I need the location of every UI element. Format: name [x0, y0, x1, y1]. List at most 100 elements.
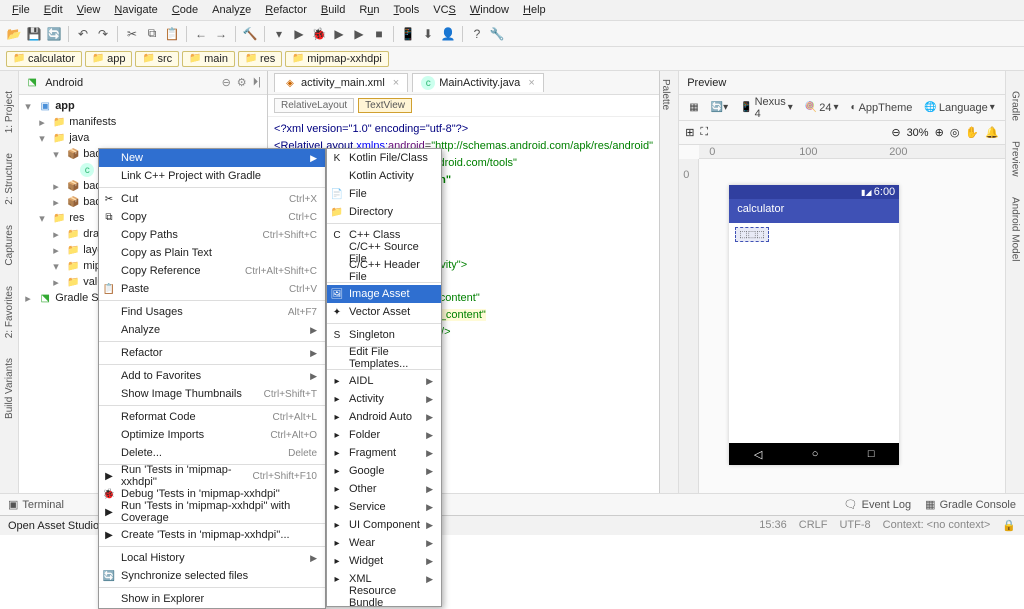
menu-item[interactable]: 📄File	[327, 185, 441, 203]
tab-eventlog[interactable]: 🗨 Event Log	[844, 498, 912, 511]
tab-mainactivity[interactable]: cMainActivity.java×	[412, 73, 544, 92]
device-selector[interactable]: 📱Nexus 4▾	[736, 95, 797, 121]
menu-item[interactable]: ✦Vector Asset	[327, 303, 441, 321]
hide-icon[interactable]: ⏵|	[253, 76, 261, 89]
menu-file[interactable]: File	[6, 2, 36, 18]
tab-android-model[interactable]: Android Model	[1009, 197, 1020, 261]
menu-item[interactable]: ▸Google▶	[327, 462, 441, 480]
menu-item[interactable]: ▸Activity▶	[327, 390, 441, 408]
menu-item[interactable]: C/C++ Header File	[327, 262, 441, 280]
menu-item[interactable]: ▸Folder▶	[327, 426, 441, 444]
menu-navigate[interactable]: Navigate	[108, 2, 163, 18]
menu-item[interactable]: ⧉CopyCtrl+C	[99, 208, 325, 226]
redo-icon[interactable]: ↷	[95, 26, 111, 42]
menu-item[interactable]: KKotlin File/Class	[327, 149, 441, 167]
pan-icon[interactable]: ✋	[965, 126, 979, 139]
menu-item[interactable]: 📋PasteCtrl+V	[99, 280, 325, 298]
menu-item[interactable]: New▶	[99, 149, 325, 167]
menu-analyze[interactable]: Analyze	[206, 2, 257, 18]
menu-item[interactable]: Show Image ThumbnailsCtrl+Shift+T	[99, 385, 325, 403]
menu-vcs[interactable]: VCS	[427, 2, 462, 18]
menu-refactor[interactable]: Refactor	[259, 2, 313, 18]
menu-tools[interactable]: Tools	[388, 2, 426, 18]
tab-palette[interactable]: Palette	[660, 71, 671, 110]
coverage-icon[interactable]: ▶	[351, 26, 367, 42]
crumb-src[interactable]: 📁src	[135, 51, 179, 67]
menu-item[interactable]: ▶Run 'Tests in 'mipmap-xxhdpi''Ctrl+Shif…	[99, 467, 325, 485]
back-icon[interactable]: ←	[193, 26, 209, 42]
xml-crumb[interactable]: RelativeLayout	[274, 98, 354, 113]
xml-crumb[interactable]: TextView	[358, 98, 412, 113]
debug-icon[interactable]: 🐞	[311, 26, 327, 42]
status-context[interactable]: Context: <no context>	[883, 519, 991, 532]
monitor-icon[interactable]: 👤	[440, 26, 456, 42]
menu-item[interactable]: Edit File Templates...	[327, 349, 441, 367]
zoom-out-icon[interactable]: ⊖	[891, 126, 900, 139]
menu-window[interactable]: Window	[464, 2, 515, 18]
menu-item[interactable]: ▸Android Auto▶	[327, 408, 441, 426]
language-selector[interactable]: 🌐Language▾	[920, 101, 998, 115]
tab-buildvariants[interactable]: Build Variants	[4, 358, 15, 419]
menu-item[interactable]: ▸Fragment▶	[327, 444, 441, 462]
tab-captures[interactable]: Captures	[4, 225, 15, 266]
orientation-icon[interactable]: 🔄▾	[707, 101, 732, 114]
sync-icon[interactable]: 🔄	[46, 26, 62, 42]
tab-gradle[interactable]: Gradle	[1009, 91, 1020, 121]
paste-icon[interactable]: 📋	[164, 26, 180, 42]
attach-icon[interactable]: ▶	[331, 26, 347, 42]
menu-item[interactable]: Optimize ImportsCtrl+Alt+O	[99, 426, 325, 444]
menu-build[interactable]: Build	[315, 2, 351, 18]
tab-preview[interactable]: Preview	[1009, 141, 1020, 177]
tree-app[interactable]: ▾▣app	[19, 98, 267, 114]
tab-terminal[interactable]: ▣ Terminal	[8, 498, 64, 511]
close-icon[interactable]: ×	[393, 77, 399, 89]
undo-icon[interactable]: ↶	[75, 26, 91, 42]
menu-item[interactable]: Analyze▶	[99, 321, 325, 339]
run-icon[interactable]: ▶	[291, 26, 307, 42]
menu-item[interactable]: ▸Other▶	[327, 480, 441, 498]
project-mode[interactable]: Android	[45, 77, 83, 89]
sdk-icon[interactable]: ⬇	[420, 26, 436, 42]
menu-item[interactable]: Reformat CodeCtrl+Alt+L	[99, 408, 325, 426]
view-mode-icon[interactable]: ▦	[685, 101, 702, 114]
zoom-in-icon[interactable]: ⊕	[935, 126, 944, 139]
status-encoding[interactable]: UTF-8	[839, 519, 870, 532]
status-lineend[interactable]: CRLF	[799, 519, 828, 532]
menu-item[interactable]: 🖼Image Asset	[327, 285, 441, 303]
crumb-project[interactable]: 📁calculator	[6, 51, 82, 67]
stop-icon[interactable]: ■	[371, 26, 387, 42]
menu-item[interactable]: Add to Favorites▶	[99, 367, 325, 385]
expand-icon[interactable]: ⛶	[700, 126, 708, 139]
menu-item[interactable]: 📁Directory	[327, 203, 441, 221]
copy-icon[interactable]: ⧉	[144, 26, 160, 42]
tab-gradle-console[interactable]: ▦ Gradle Console	[925, 498, 1016, 511]
menu-item[interactable]: Kotlin Activity	[327, 167, 441, 185]
menu-help[interactable]: Help	[517, 2, 552, 18]
menu-item[interactable]: ▶Run 'Tests in 'mipmap-xxhdpi'' with Cov…	[99, 503, 325, 521]
zoom-fit-icon[interactable]: ◎	[950, 126, 960, 139]
gear-icon[interactable]: ⚙	[237, 76, 247, 89]
menu-item[interactable]: SSingleton	[327, 326, 441, 344]
crumb-app[interactable]: 📁app	[85, 51, 132, 67]
crumb-mipmap[interactable]: 📁mipmap-xxhdpi	[285, 51, 389, 67]
close-icon[interactable]: ×	[528, 77, 534, 89]
menu-item[interactable]: Copy PathsCtrl+Shift+C	[99, 226, 325, 244]
collapse-icon[interactable]: ⊖	[222, 76, 231, 89]
menu-item[interactable]: Refactor▶	[99, 344, 325, 362]
device-frame[interactable]: ▮◢ 6:00 calculator ⬚⬚⬚ ◁○□	[729, 185, 899, 465]
build-icon[interactable]: 🔨	[242, 26, 258, 42]
menu-item[interactable]: Copy ReferenceCtrl+Alt+Shift+C	[99, 262, 325, 280]
menu-view[interactable]: View	[71, 2, 107, 18]
tree-manifests[interactable]: ▸📁manifests	[19, 114, 267, 130]
menu-item[interactable]: Link C++ Project with Gradle	[99, 167, 325, 185]
avd-icon[interactable]: 📱	[400, 26, 416, 42]
crumb-main[interactable]: 📁main	[182, 51, 235, 67]
lock-icon[interactable]: 🔒	[1002, 519, 1016, 532]
menu-item[interactable]: Find UsagesAlt+F7	[99, 303, 325, 321]
menu-item[interactable]: ✂CutCtrl+X	[99, 190, 325, 208]
menu-item[interactable]: ▸Wear▶	[327, 534, 441, 552]
context-menu-new[interactable]: KKotlin File/ClassKotlin Activity📄File📁D…	[326, 148, 442, 607]
context-menu-main[interactable]: New▶Link C++ Project with Gradle ✂CutCtrl…	[98, 148, 326, 609]
menu-item[interactable]: ▸AIDL▶	[327, 372, 441, 390]
run-config-icon[interactable]: ▾	[271, 26, 287, 42]
